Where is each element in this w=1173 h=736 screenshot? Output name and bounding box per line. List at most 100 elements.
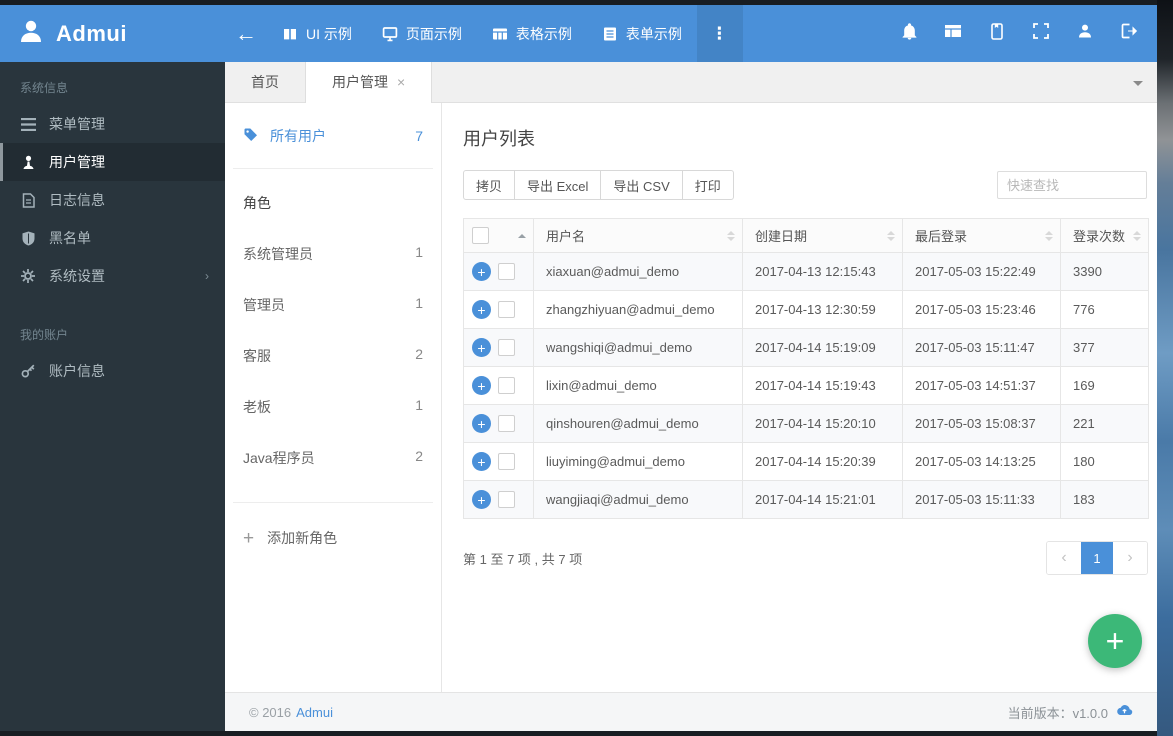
users-filter-panel: 所有用户 7 角色 系统管理员 1 管理员 1 客服 2 老板 1 Java程序… [225, 103, 442, 692]
row-expand-button[interactable]: + [472, 262, 491, 281]
all-users-label: 所有用户 [270, 128, 326, 144]
header-created-date[interactable]: 创建日期 [742, 218, 903, 253]
table-row[interactable]: + xiaxuan@admui_demo 2017-04-13 12:15:43… [463, 252, 1149, 291]
tag-icon [243, 127, 259, 146]
footer-brand-link[interactable]: Admui [296, 705, 333, 720]
cell-login-count: 183 [1060, 480, 1149, 519]
table-icon [492, 26, 508, 42]
tab-list-dropdown-icon[interactable] [1133, 81, 1143, 86]
row-expand-button[interactable]: + [472, 452, 491, 471]
header-last-login[interactable]: 最后登录 [902, 218, 1061, 253]
pagination-prev-button[interactable]: ‹ [1047, 542, 1081, 574]
panel-divider [233, 168, 433, 169]
cell-last-login: 2017-05-03 15:11:33 [902, 480, 1061, 519]
page-title: 用户列表 [463, 129, 535, 149]
role-list-item[interactable]: 管理员 1 [243, 295, 423, 315]
nav-item-page-demo[interactable]: 页面示例 [367, 5, 477, 62]
add-role-label: 添加新角色 [267, 530, 338, 546]
row-checkbox[interactable] [498, 301, 515, 318]
sidebar-item-menu-management[interactable]: 菜单管理 [0, 105, 225, 143]
sort-asc-icon [518, 233, 526, 238]
table-row[interactable]: + lixin@admui_demo 2017-04-14 15:19:43 2… [463, 366, 1149, 405]
pagination-page-1[interactable]: 1 [1081, 542, 1113, 574]
cell-login-count: 169 [1060, 366, 1149, 405]
header-login-count[interactable]: 登录次数 [1060, 218, 1149, 253]
version-text: 当前版本：v1.0.0 [1007, 705, 1108, 721]
bell-icon [901, 22, 918, 45]
panel-divider [233, 502, 433, 503]
role-count: 1 [415, 295, 423, 311]
sidebar-section-account: 我的账户 [20, 328, 69, 342]
sidebar-item-account-info[interactable]: 账户信息 [0, 352, 225, 390]
file-icon [20, 192, 36, 208]
footer-version: 当前版本：v1.0.0 [1008, 703, 1133, 722]
table-row[interactable]: + qinshouren@admui_demo 2017-04-14 15:20… [463, 404, 1149, 443]
fullscreen-button[interactable] [1019, 5, 1063, 62]
footer: © 2016 Admui 当前版本：v1.0.0 [225, 692, 1157, 731]
search-input[interactable] [997, 171, 1147, 199]
nav-more-button[interactable]: ⋮ [696, 5, 743, 62]
toolbar-button[interactable]: 打印 [681, 170, 734, 200]
table-row[interactable]: + liuyiming@admui_demo 2017-04-14 15:20:… [463, 442, 1149, 481]
row-checkbox[interactable] [498, 339, 515, 356]
pagination-next-button[interactable]: › [1113, 542, 1147, 574]
cell-username: zhangzhiyuan@admui_demo [533, 290, 743, 329]
sort-icons [727, 230, 735, 241]
add-user-fab-button[interactable]: + [1088, 614, 1142, 668]
roles-header: 角色 [243, 195, 271, 211]
row-checkbox[interactable] [498, 491, 515, 508]
role-list-item[interactable]: 老板 1 [243, 397, 423, 417]
all-users-filter[interactable]: 所有用户 7 [243, 126, 423, 146]
add-role-button[interactable]: + 添加新角色 [243, 528, 423, 548]
row-expand-button[interactable]: + [472, 300, 491, 319]
user-menu-button[interactable] [1063, 5, 1107, 62]
roles-list: 系统管理员 1 管理员 1 客服 2 老板 1 Java程序员 2 [243, 244, 423, 468]
row-checkbox[interactable] [498, 453, 515, 470]
role-list-item[interactable]: 系统管理员 1 [243, 244, 423, 264]
tab-home[interactable]: 首页 [225, 62, 306, 103]
nav-item-table-demo[interactable]: 表格示例 [477, 5, 587, 62]
table-row[interactable]: + zhangzhiyuan@admui_demo 2017-04-13 12:… [463, 290, 1149, 329]
logout-button[interactable] [1107, 5, 1151, 62]
toolbar-button[interactable]: 导出 Excel [514, 170, 602, 200]
users-table: 用户名 创建日期 最后登录 登录次数 + xiaxuan@admui_demo … [463, 218, 1149, 519]
tab-user-management[interactable]: 用户管理 × [306, 62, 433, 103]
role-list-item[interactable]: 客服 2 [243, 346, 423, 366]
cell-created: 2017-04-14 15:19:43 [742, 366, 903, 405]
cloud-upload-icon[interactable] [1116, 704, 1133, 720]
row-expand-button[interactable]: + [472, 414, 491, 433]
table-toolbar: 拷贝 导出 Excel 导出 CSV 打印 [463, 170, 1157, 200]
nav-item-ui-demo[interactable]: UI 示例 [267, 5, 367, 62]
sidebar-item-user-management[interactable]: 用户管理 [0, 143, 225, 181]
header-select-column[interactable] [463, 218, 534, 253]
row-checkbox[interactable] [498, 263, 515, 280]
nav-item-form-demo[interactable]: 表单示例 [587, 5, 697, 62]
tab-close-icon[interactable]: × [397, 74, 405, 90]
select-all-checkbox[interactable] [472, 227, 489, 244]
cell-created: 2017-04-14 15:19:09 [742, 328, 903, 367]
row-expand-button[interactable]: + [472, 338, 491, 357]
row-expand-button[interactable]: + [472, 490, 491, 509]
mobile-device-button[interactable] [975, 5, 1019, 62]
brand[interactable]: Admui [0, 5, 225, 62]
book-icon [282, 26, 298, 42]
table-row[interactable]: + wangshiqi@admui_demo 2017-04-14 15:19:… [463, 328, 1149, 367]
sidebar-item-log-info[interactable]: 日志信息 [0, 181, 225, 219]
row-expand-button[interactable]: + [472, 376, 491, 395]
header-username[interactable]: 用户名 [533, 218, 743, 253]
sidebar-collapse-button[interactable]: ← [225, 5, 267, 62]
row-checkbox[interactable] [498, 415, 515, 432]
toolbar-button[interactable]: 拷贝 [463, 170, 516, 200]
cell-last-login: 2017-05-03 14:51:37 [902, 366, 1061, 405]
layout-panel-button[interactable] [931, 5, 975, 62]
row-checkbox[interactable] [498, 377, 515, 394]
sidebar-item-system-settings[interactable]: 系统设置 › [0, 257, 225, 295]
toolbar-button[interactable]: 导出 CSV [600, 170, 683, 200]
table-body: + xiaxuan@admui_demo 2017-04-13 12:15:43… [463, 252, 1149, 519]
role-list-item[interactable]: Java程序员 2 [243, 448, 423, 468]
notifications-button[interactable] [887, 5, 931, 62]
cell-last-login: 2017-05-03 15:11:47 [902, 328, 1061, 367]
shield-icon [20, 231, 36, 246]
sidebar-item-blacklist[interactable]: 黑名单 [0, 219, 225, 257]
table-row[interactable]: + wangjiaqi@admui_demo 2017-04-14 15:21:… [463, 480, 1149, 519]
